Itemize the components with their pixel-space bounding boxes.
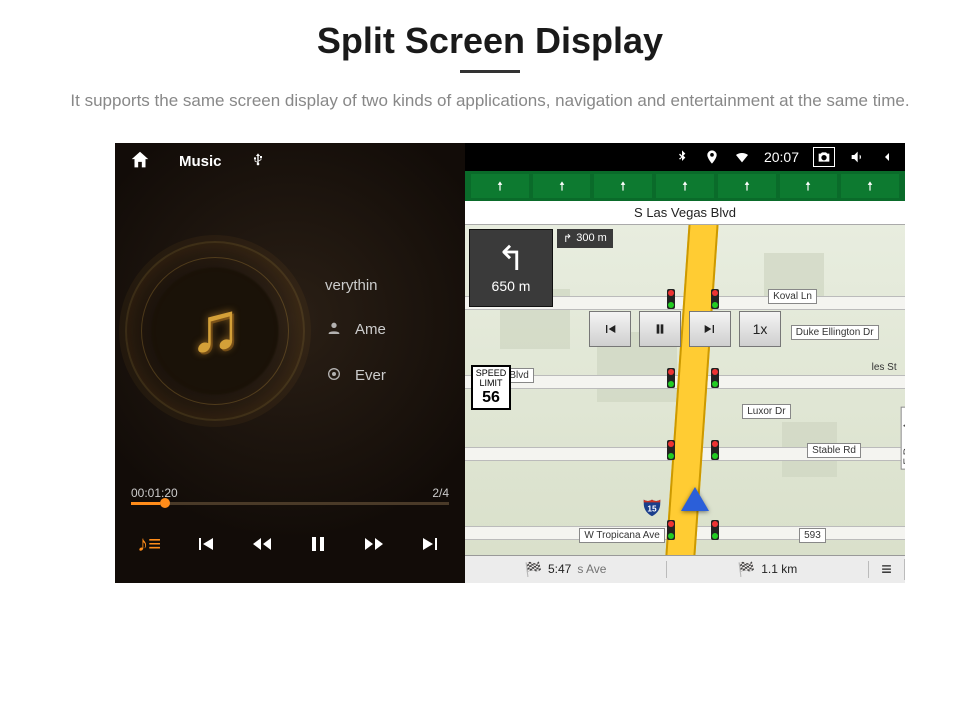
lane-arrow	[533, 174, 591, 198]
navigation-app-pane: 20:07 S Las Vegas Blvd Koval Ln Duke Ell…	[465, 143, 905, 583]
distance-cell[interactable]: 🏁 1.1 km	[667, 561, 869, 578]
progress-bar[interactable]	[131, 502, 449, 505]
simulation-controls: 1x	[589, 311, 781, 347]
pause-button[interactable]	[301, 527, 335, 561]
nav-menu-button[interactable]: ≡	[869, 559, 905, 580]
wifi-icon	[734, 149, 750, 165]
road-label: les St	[868, 361, 901, 374]
lane-arrow	[594, 174, 652, 198]
album-art-ring: ♫	[125, 241, 305, 421]
artist-row[interactable]: Ame	[325, 320, 465, 340]
road-label: W Tropicana Ave	[579, 528, 664, 543]
lane-arrow	[718, 174, 776, 198]
speed-limit-sign: SPEED LIMIT 56	[471, 365, 511, 410]
device-frame: Music ♫ verythin Ame	[115, 143, 905, 583]
flag-icon: 🏁	[525, 561, 542, 578]
interstate-shield-icon: 15	[641, 496, 663, 518]
current-street-bar: S Las Vegas Blvd	[465, 201, 905, 225]
sim-next-button[interactable]	[689, 311, 731, 347]
sim-prev-button[interactable]	[589, 311, 631, 347]
lane-arrow	[841, 174, 899, 198]
next-turn-chip: ↱ 300 m	[557, 229, 613, 248]
eta-cell[interactable]: 🏁 5:47 s Ave	[465, 561, 667, 578]
album-row[interactable]: Ever	[325, 366, 465, 386]
forward-button[interactable]	[357, 527, 391, 561]
road-label: E Reno Ave	[901, 407, 905, 470]
music-top-bar: Music	[115, 143, 465, 181]
track-title-row: verythin	[325, 277, 465, 294]
next-track-button[interactable]	[414, 527, 448, 561]
music-controls: ♪≡	[115, 505, 465, 583]
flag-icon: 🏁	[738, 561, 755, 578]
prev-track-button[interactable]	[188, 527, 222, 561]
usb-icon[interactable]	[250, 152, 266, 171]
title-underline	[460, 70, 520, 73]
music-app-pane: Music ♫ verythin Ame	[115, 143, 465, 583]
location-icon	[704, 149, 720, 165]
lane-arrow	[471, 174, 529, 198]
map-canvas[interactable]: Koval Ln Duke Ellington Dr Vegas Blvd Lu…	[465, 225, 905, 583]
clock: 20:07	[764, 149, 799, 165]
playlist-button[interactable]: ♪≡	[132, 527, 166, 561]
page-subtitle: It supports the same screen display of t…	[40, 89, 940, 113]
lane-arrow	[656, 174, 714, 198]
home-icon[interactable]	[129, 149, 151, 175]
svg-text:15: 15	[647, 505, 657, 514]
sim-pause-button[interactable]	[639, 311, 681, 347]
road-label: Luxor Dr	[742, 404, 790, 419]
page-title: Split Screen Display	[40, 20, 940, 62]
vehicle-cursor-icon	[681, 487, 709, 511]
bluetooth-icon	[674, 149, 690, 165]
road-label: Koval Ln	[768, 289, 817, 304]
nav-bottom-bar: 🏁 5:47 s Ave 🏁 1.1 km ≡	[465, 555, 905, 583]
screenshot-icon[interactable]	[813, 147, 835, 167]
road-label: Stable Rd	[807, 443, 861, 458]
lane-guidance-bar	[465, 171, 905, 201]
turn-right-icon: ↱	[563, 232, 572, 245]
person-icon	[325, 320, 343, 340]
music-note-icon: ♫	[189, 287, 242, 367]
road-label: 593	[799, 528, 826, 543]
progress-area: 00:01:20 2/4	[115, 482, 465, 505]
turn-instruction-box[interactable]: ↰ 650 m	[469, 229, 553, 307]
rewind-button[interactable]	[245, 527, 279, 561]
volume-icon[interactable]	[849, 149, 865, 165]
track-counter: 2/4	[432, 486, 449, 500]
disc-icon	[325, 366, 343, 386]
lane-arrow	[780, 174, 838, 198]
sim-speed-button[interactable]: 1x	[739, 311, 781, 347]
back-icon[interactable]	[879, 149, 895, 165]
turn-left-icon: ↰	[497, 242, 526, 276]
road-label: Duke Ellington Dr	[791, 325, 879, 340]
music-app-label: Music	[179, 153, 222, 170]
android-status-bar: 20:07	[465, 143, 905, 171]
elapsed-time: 00:01:20	[131, 486, 178, 500]
turn-distance: 650 m	[492, 278, 531, 294]
